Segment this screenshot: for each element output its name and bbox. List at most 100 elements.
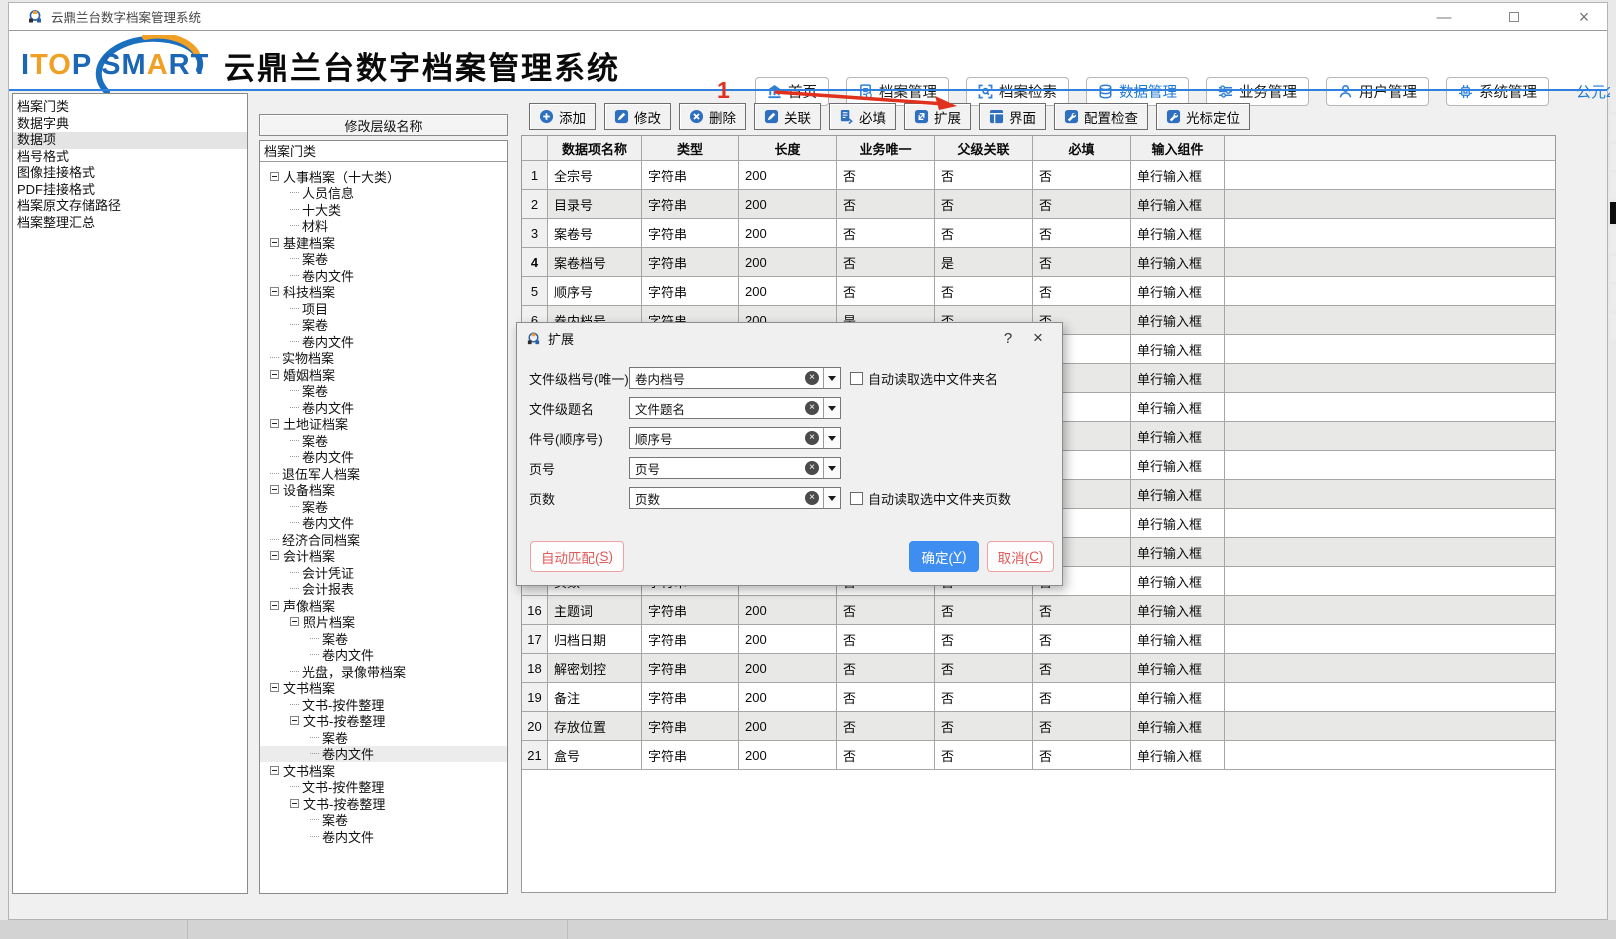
dropdown-arrow-icon[interactable] <box>823 488 840 508</box>
sidebar-item[interactable]: 档案整理汇总 <box>13 215 247 232</box>
table-row[interactable]: 4案卷档号字符串200否是否单行输入框 <box>522 248 1555 277</box>
clear-icon[interactable]: × <box>805 461 819 475</box>
toolbar-button-required[interactable]: 必填 <box>829 103 896 130</box>
clear-icon[interactable]: × <box>805 401 819 415</box>
nav-archive-manage[interactable]: 档案管理 <box>846 77 949 106</box>
nav-data-manage[interactable]: 数据管理 <box>1086 77 1189 106</box>
tree-expand-icon[interactable] <box>290 799 299 808</box>
toolbar-button-edit[interactable]: 修改 <box>604 103 671 130</box>
tree-expand-icon[interactable] <box>270 551 279 560</box>
tree-item[interactable]: 经济合同档案 <box>260 531 507 548</box>
dropdown-field[interactable]: 页号× <box>629 457 841 479</box>
nav-user-manage[interactable]: 用户管理 <box>1326 77 1429 106</box>
tree-item[interactable]: 科技档案 <box>260 284 507 301</box>
tree-item[interactable]: 退伍军人档案 <box>260 465 507 482</box>
dropdown-arrow-icon[interactable] <box>823 458 840 478</box>
nav-archive-search[interactable]: 档案检索 <box>966 77 1069 106</box>
checkbox-icon[interactable] <box>850 492 863 505</box>
sidebar-item[interactable]: 图像挂接格式 <box>13 165 247 182</box>
close-button[interactable]: × <box>1571 7 1597 28</box>
table-row[interactable]: 17归档日期字符串200否否否单行输入框 <box>522 625 1555 654</box>
tree-item[interactable]: 案卷 <box>260 432 507 449</box>
tree-item[interactable]: 卷内文件 <box>260 828 507 845</box>
dropdown-arrow-icon[interactable] <box>823 398 840 418</box>
tree-item[interactable]: 案卷 <box>260 729 507 746</box>
tree-item[interactable]: 卷内文件 <box>260 515 507 532</box>
nav-business-manage[interactable]: 业务管理 <box>1206 77 1309 106</box>
tree-item[interactable]: 土地证档案 <box>260 416 507 433</box>
maximize-button[interactable] <box>1501 9 1527 26</box>
tree-expand-icon[interactable] <box>270 766 279 775</box>
table-row[interactable]: 18解密划控字符串200否否否单行输入框 <box>522 654 1555 683</box>
sidebar-item[interactable]: 数据项 <box>13 132 247 149</box>
tree-expand-icon[interactable] <box>270 419 279 428</box>
toolbar-button-expand[interactable]: 扩展 <box>904 103 971 130</box>
tree-item[interactable]: 十大类 <box>260 201 507 218</box>
auto-match-button[interactable]: 自动匹配(S) <box>530 541 624 572</box>
dialog-help-button[interactable]: ? <box>993 330 1023 347</box>
tree-item[interactable]: 案卷 <box>260 251 507 268</box>
tree-item[interactable]: 光盘，录像带档案 <box>260 663 507 680</box>
tree-expand-icon[interactable] <box>270 238 279 247</box>
table-row[interactable]: 20存放位置字符串200否否否单行输入框 <box>522 712 1555 741</box>
table-row[interactable]: 21盒号字符串200否否否单行输入框 <box>522 741 1555 770</box>
tree-item[interactable]: 卷内文件 <box>260 267 507 284</box>
minimize-button[interactable]: — <box>1431 9 1457 26</box>
dropdown-arrow-icon[interactable] <box>823 368 840 388</box>
tree-item[interactable]: 人事档案（十大类） <box>260 168 507 185</box>
tree-item[interactable]: 文书-按件整理 <box>260 696 507 713</box>
nav-home[interactable]: 首页 <box>755 77 829 106</box>
confirm-button[interactable]: 确定(Y) <box>909 541 979 572</box>
toolbar-button-interface[interactable]: 界面 <box>979 103 1046 130</box>
checkbox-icon[interactable] <box>850 372 863 385</box>
sidebar-item[interactable]: 档号格式 <box>13 149 247 166</box>
tree-item[interactable]: 卷内文件 <box>260 449 507 466</box>
clear-icon[interactable]: × <box>805 431 819 445</box>
tree-item[interactable]: 案卷 <box>260 383 507 400</box>
tree-expand-icon[interactable] <box>270 370 279 379</box>
tree-expand-icon[interactable] <box>290 617 299 626</box>
table-row[interactable]: 5顺序号字符串200否否否单行输入框 <box>522 277 1555 306</box>
toolbar-button-add[interactable]: 添加 <box>529 103 596 130</box>
tree-item[interactable]: 卷内文件 <box>260 333 507 350</box>
tree-item[interactable]: 会计凭证 <box>260 564 507 581</box>
rename-level-button[interactable]: 修改层级名称 <box>259 114 508 136</box>
table-row[interactable]: 2目录号字符串200否否否单行输入框 <box>522 190 1555 219</box>
tree-expand-icon[interactable] <box>270 485 279 494</box>
tree-expand-icon[interactable] <box>270 601 279 610</box>
dropdown-field[interactable]: 顺序号× <box>629 427 841 449</box>
tree-item[interactable]: 文书-按卷整理 <box>260 795 507 812</box>
dropdown-field[interactable]: 卷内档号× <box>629 367 841 389</box>
sidebar-item[interactable]: PDF挂接格式 <box>13 182 247 199</box>
dialog-close-button[interactable]: × <box>1023 328 1053 348</box>
tree-item[interactable]: 项目 <box>260 300 507 317</box>
sidebar-item[interactable]: 档案原文存储路径 <box>13 198 247 215</box>
tree-item[interactable]: 卷内文件 <box>260 647 507 664</box>
tree-item[interactable]: 设备档案 <box>260 482 507 499</box>
tree-item[interactable]: 文书档案 <box>260 762 507 779</box>
dropdown-arrow-icon[interactable] <box>823 428 840 448</box>
tree-item[interactable]: 实物档案 <box>260 350 507 367</box>
table-row[interactable]: 3案卷号字符串200否否否单行输入框 <box>522 219 1555 248</box>
tree-item[interactable]: 照片档案 <box>260 614 507 631</box>
tree-expand-icon[interactable] <box>270 172 279 181</box>
tree-item[interactable]: 声像档案 <box>260 597 507 614</box>
tree-item[interactable]: 案卷 <box>260 317 507 334</box>
tree-item[interactable]: 案卷 <box>260 498 507 515</box>
tree-item[interactable]: 卷内文件 <box>260 746 507 763</box>
tree-expand-icon[interactable] <box>270 287 279 296</box>
tree-item[interactable]: 会计档案 <box>260 548 507 565</box>
tree-expand-icon[interactable] <box>290 716 299 725</box>
tree-item[interactable]: 卷内文件 <box>260 399 507 416</box>
tree-item[interactable]: 文书-按件整理 <box>260 779 507 796</box>
tree-item[interactable]: 材料 <box>260 218 507 235</box>
tree-item[interactable]: 文书档案 <box>260 680 507 697</box>
clear-icon[interactable]: × <box>805 371 819 385</box>
tree-item[interactable]: 案卷 <box>260 812 507 829</box>
cancel-button[interactable]: 取消(C) <box>987 541 1054 572</box>
nav-system-manage[interactable]: 系统管理 <box>1446 77 1549 106</box>
tree-item[interactable]: 文书-按卷整理 <box>260 713 507 730</box>
tree-expand-icon[interactable] <box>270 683 279 692</box>
tree-item[interactable]: 基建档案 <box>260 234 507 251</box>
clear-icon[interactable]: × <box>805 491 819 505</box>
